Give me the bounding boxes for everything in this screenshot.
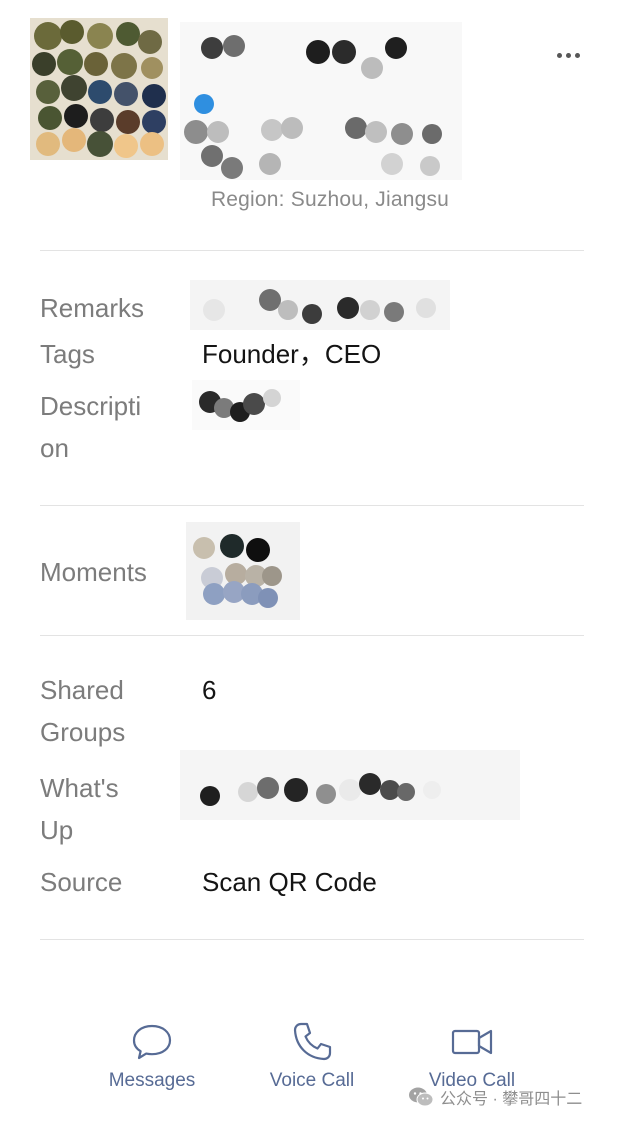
whats-up-label-continued: Up	[40, 815, 74, 845]
phone-icon	[290, 1020, 334, 1064]
remarks-value-blurred[interactable]	[190, 280, 450, 330]
tags-label: Tags	[40, 339, 95, 369]
region-text: Region: Suzhou, Jiangsu	[140, 188, 520, 212]
more-horizontal-icon	[574, 52, 580, 58]
moments-label[interactable]: Moments	[40, 551, 147, 593]
divider	[40, 635, 584, 636]
video-camera-icon	[450, 1020, 494, 1064]
shared-groups-value[interactable]: 6	[202, 669, 216, 711]
divider	[40, 250, 584, 251]
avatar[interactable]	[30, 18, 168, 160]
moments-thumbnail[interactable]	[186, 522, 300, 620]
shared-groups-label-continued: Groups	[40, 717, 126, 747]
whats-up-label: What's	[40, 773, 119, 803]
messages-button[interactable]: Messages	[82, 1020, 222, 1100]
more-options-button[interactable]	[548, 40, 588, 70]
watermark: 公众号 · 攀哥四十二	[408, 1084, 582, 1110]
chat-bubble-icon	[130, 1020, 174, 1064]
voice-call-label: Voice Call	[269, 1070, 355, 1091]
contact-name-blurred	[180, 22, 462, 180]
watermark-text: 公众号 · 攀哥四十二	[440, 1091, 583, 1108]
wechat-icon	[408, 1086, 434, 1108]
remarks-label: Remarks	[40, 293, 145, 323]
shared-groups-label: Shared	[40, 675, 124, 705]
divider	[40, 939, 584, 940]
source-label: Source	[40, 867, 123, 897]
description-label-continued: on	[40, 433, 69, 463]
description-value-blurred	[192, 380, 300, 430]
divider	[40, 505, 584, 506]
source-value: Scan QR Code	[202, 867, 377, 897]
region-value: Suzhou, Jiangsu	[290, 188, 450, 211]
whats-up-value-blurred	[180, 750, 520, 820]
more-horizontal-icon	[556, 52, 562, 58]
region-label: Region:	[210, 188, 291, 211]
messages-label: Messages	[108, 1070, 196, 1091]
description-label: Descripti	[40, 391, 142, 421]
tags-value[interactable]: Founder，CEO	[202, 333, 381, 375]
voice-call-button[interactable]: Voice Call	[242, 1020, 382, 1100]
more-horizontal-icon	[565, 52, 571, 58]
